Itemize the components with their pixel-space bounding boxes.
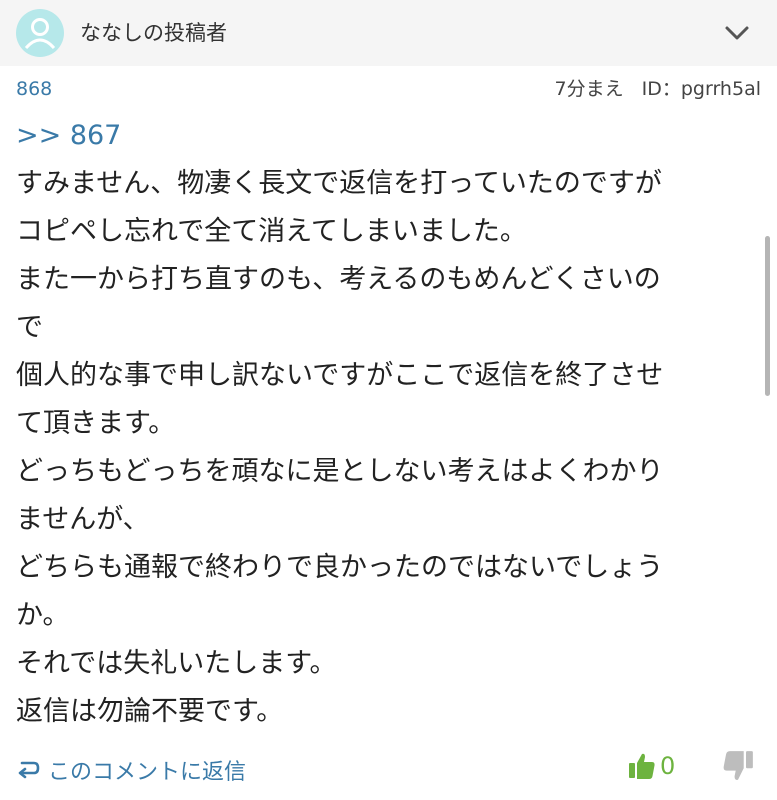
comment-body: すみません、物凄く長文で返信を打っていたのですが コピペし忘れで全て消えてしまい… xyxy=(16,160,756,736)
comment-line: それでは失礼いたします。 xyxy=(16,648,337,679)
reply-to-comment-button[interactable]: このコメントに返信 xyxy=(16,754,246,786)
like-count: 0 xyxy=(660,752,676,780)
comment-line: 返信は勿論不要です。 xyxy=(16,696,284,727)
like-button[interactable]: 0 xyxy=(628,748,675,784)
chevron-down-icon[interactable] xyxy=(722,20,752,46)
reply-arrow-icon xyxy=(18,761,40,779)
comment-line: すみません、物凄く長文で返信を打っていたのですが xyxy=(16,168,662,199)
comment-header: ななしの投稿者 xyxy=(0,0,777,66)
comment-time: 7分まえ xyxy=(554,78,624,100)
user-avatar-icon xyxy=(16,9,64,57)
comment-user-id: ID：pgrrh5al xyxy=(641,78,761,100)
thumbs-up-icon xyxy=(629,753,655,779)
comment-line: ませんが、 xyxy=(16,504,150,535)
scrollbar[interactable] xyxy=(765,236,770,396)
comment-line: で xyxy=(16,312,43,343)
comment-line: 個人的な事で申し訳ないですがここで返信を終了させ xyxy=(16,360,664,391)
comment-line: どちらも通報で終わりで良かったのではないでしょう xyxy=(16,552,664,583)
comment-number: 868 xyxy=(16,78,53,100)
comment-line: か。 xyxy=(16,600,70,631)
comment-line: コピペし忘れで全て消えてしまいました。 xyxy=(16,216,527,247)
comment-line: どっちもどっちを頑なに是としない考えはよくわかり xyxy=(16,456,664,487)
comment-line: また一から打ち直すのも、考えるのもめんどくさいの xyxy=(16,264,661,295)
reply-reference-link[interactable]: >> 867 xyxy=(16,116,121,156)
poster-name: ななしの投稿者 xyxy=(80,21,227,45)
reply-label: このコメントに返信 xyxy=(48,760,247,785)
comment-meta: 7分まえ ID：pgrrh5al xyxy=(555,76,761,102)
thumbs-down-icon[interactable] xyxy=(722,748,754,784)
comment-line: て頂きます。 xyxy=(16,408,176,439)
